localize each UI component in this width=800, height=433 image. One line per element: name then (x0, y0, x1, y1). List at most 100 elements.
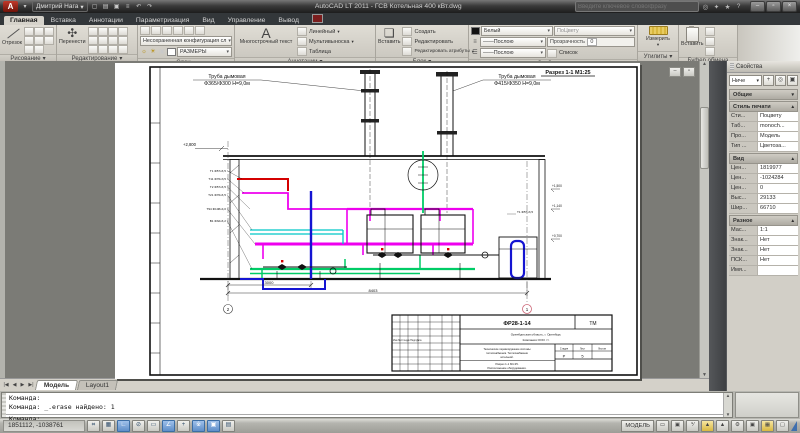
section-plot-style[interactable]: Стиль печати ▴ (729, 101, 798, 112)
object-snap-toggle[interactable]: ▭ (147, 420, 160, 432)
section-misc[interactable]: Разное ▴ (729, 215, 798, 226)
section-view[interactable]: Вид ▴ (729, 153, 798, 164)
linetype-dropdown[interactable]: —— Послою ▾ (480, 48, 546, 58)
workspace-switch-icon[interactable]: ⚙ (731, 420, 744, 432)
sun-icon[interactable]: ☀ (149, 48, 157, 56)
property-row[interactable]: ПСК... Нет (729, 256, 798, 266)
spline-icon[interactable] (23, 45, 34, 54)
model-icon[interactable]: ▭ (656, 420, 669, 432)
mtext-button[interactable]: А Многострочный текст (237, 26, 295, 46)
property-row[interactable]: Про... Модель (729, 132, 798, 142)
tab-insert[interactable]: Вставка (45, 16, 82, 26)
dynamic-ucs-toggle[interactable]: + (177, 420, 190, 432)
autoscale-icon[interactable]: ▲ (716, 420, 729, 432)
layer-isolate-icon[interactable] (162, 26, 172, 35)
paste-special-icon[interactable] (705, 47, 716, 56)
layer-off-icon[interactable] (195, 26, 205, 35)
transparency-control[interactable]: Прозрачность 0 (547, 37, 635, 47)
edit-more-icon[interactable] (117, 45, 128, 54)
snap-toggle[interactable]: ⌗ (87, 420, 100, 432)
property-row[interactable]: Выс... 29133 (729, 194, 798, 204)
property-row[interactable]: Сти... Поцвету (729, 112, 798, 122)
exchange-icon[interactable]: ✦ (712, 3, 721, 11)
scroll-up-icon[interactable]: ▲ (702, 61, 707, 67)
lineweight-dropdown[interactable]: —— Послою ▾ (480, 37, 546, 47)
cut-icon[interactable] (705, 27, 716, 36)
current-layer-dropdown[interactable]: РАЗМЕРЫ ▾ (177, 47, 232, 57)
create-block-button[interactable]: Создать (402, 27, 474, 36)
arc-icon[interactable] (23, 27, 34, 36)
erase-icon[interactable] (107, 45, 118, 54)
close-button[interactable]: × (782, 1, 797, 12)
layer-properties-icon[interactable] (140, 26, 150, 35)
edit-attributes-button[interactable]: Редактировать атрибуты ▾ (402, 47, 474, 56)
palette-title-bar[interactable]: Свойства (727, 61, 800, 73)
move-button[interactable]: ✣ Перенести (59, 26, 86, 46)
rectangle-icon[interactable] (43, 27, 54, 36)
vertical-scrollbar[interactable]: ▲ ▼ (699, 61, 709, 378)
measure-button[interactable]: Измерить ▾ (646, 36, 670, 47)
property-row[interactable]: Имя... (729, 266, 798, 276)
annotation-scale-icon[interactable]: ⅟ (686, 420, 699, 432)
record-icon[interactable] (311, 14, 323, 23)
object-snap-tracking-toggle[interactable]: ∠ (162, 420, 175, 432)
property-row[interactable]: Тип ... Цветоза... (729, 142, 798, 152)
doc-minimize-button[interactable]: – (669, 67, 681, 77)
new-file-icon[interactable]: ▢ (91, 3, 99, 11)
rotate-icon[interactable] (87, 27, 98, 36)
tab-view[interactable]: Вид (196, 16, 220, 26)
tray-settings-icon[interactable]: ▦ (761, 420, 774, 432)
undo-icon[interactable]: ↶ (135, 3, 143, 11)
stretch-icon[interactable] (107, 36, 118, 45)
scroll-down-icon[interactable]: ▼ (726, 412, 730, 417)
mirror-icon[interactable] (117, 27, 128, 36)
circle-icon[interactable] (23, 36, 34, 45)
plot-icon[interactable]: ≡ (124, 3, 132, 11)
object-color-dropdown[interactable]: Белый ▾ (481, 26, 553, 36)
selection-type-dropdown[interactable]: Ниче ▾ (729, 75, 762, 86)
polar-tracking-toggle[interactable]: ⊘ (132, 420, 145, 432)
minimize-button[interactable]: – (750, 1, 765, 12)
restore-button[interactable]: ▫ (766, 1, 781, 12)
insert-block-button[interactable]: ❏ Вставить (378, 26, 400, 46)
vertical-scroll-thumb[interactable] (700, 107, 709, 169)
redo-icon[interactable]: ↷ (146, 3, 154, 11)
offset-icon[interactable] (97, 45, 108, 54)
first-tab-icon[interactable]: |◀ (2, 382, 10, 388)
clean-screen-icon[interactable]: ▢ (776, 420, 789, 432)
ortho-toggle[interactable]: ∟ (117, 420, 130, 432)
next-tab-icon[interactable]: ▶ (19, 382, 26, 388)
tab-home[interactable]: Главная (4, 15, 44, 25)
app-logo-icon[interactable]: A (3, 1, 18, 12)
dynamic-input-toggle[interactable]: ※ (192, 420, 205, 432)
toggle-pickadd-button[interactable]: + (763, 75, 774, 86)
drawing-canvas[interactable]: – ▫ Разрез 1-1 М1:25 Труба дымовая Ф365/… (0, 61, 699, 379)
polyline-icon[interactable] (33, 27, 44, 36)
property-row[interactable]: Цен... -1024284 (729, 174, 798, 184)
layer-freeze-icon[interactable] (173, 26, 183, 35)
linear-dimension-button[interactable]: Линейный ▾ (297, 27, 354, 36)
select-objects-button[interactable]: ◎ (775, 75, 786, 86)
array-icon[interactable] (87, 45, 98, 54)
help-icon[interactable]: ? (734, 3, 743, 10)
panel-utilities-label[interactable]: Утилиты ▾ (638, 51, 678, 61)
quick-properties-toggle[interactable]: ▤ (222, 420, 235, 432)
command-scrollbar[interactable]: ▲ ▼ (723, 393, 732, 417)
palette-grip[interactable] (730, 63, 734, 70)
table-button[interactable]: Таблица (297, 47, 354, 56)
grid-toggle[interactable]: ▦ (102, 420, 115, 432)
property-row[interactable]: Шир... 66710 (729, 204, 798, 214)
toolbar-lock-icon[interactable]: ▣ (746, 420, 759, 432)
doc-restore-button[interactable]: ▫ (683, 67, 695, 77)
command-window[interactable]: Команда: Команда: _.erase найдено: 1 Ком… (1, 392, 733, 423)
layer-config-dropdown[interactable]: Несохраненная конфигурация сл ▾ (140, 36, 232, 46)
property-row[interactable]: Цен... 0 (729, 184, 798, 194)
tab-manage[interactable]: Управление (222, 16, 272, 26)
tab-layout1[interactable]: Layout1 (77, 380, 119, 390)
multileader-button[interactable]: Мультивыноска ▾ (297, 37, 354, 46)
fillet-icon[interactable] (87, 36, 98, 45)
prev-tab-icon[interactable]: ◀ (11, 382, 18, 388)
property-row[interactable]: Знак... Нет (729, 236, 798, 246)
ellipse-icon[interactable] (43, 36, 54, 45)
scale-icon[interactable] (117, 36, 128, 45)
